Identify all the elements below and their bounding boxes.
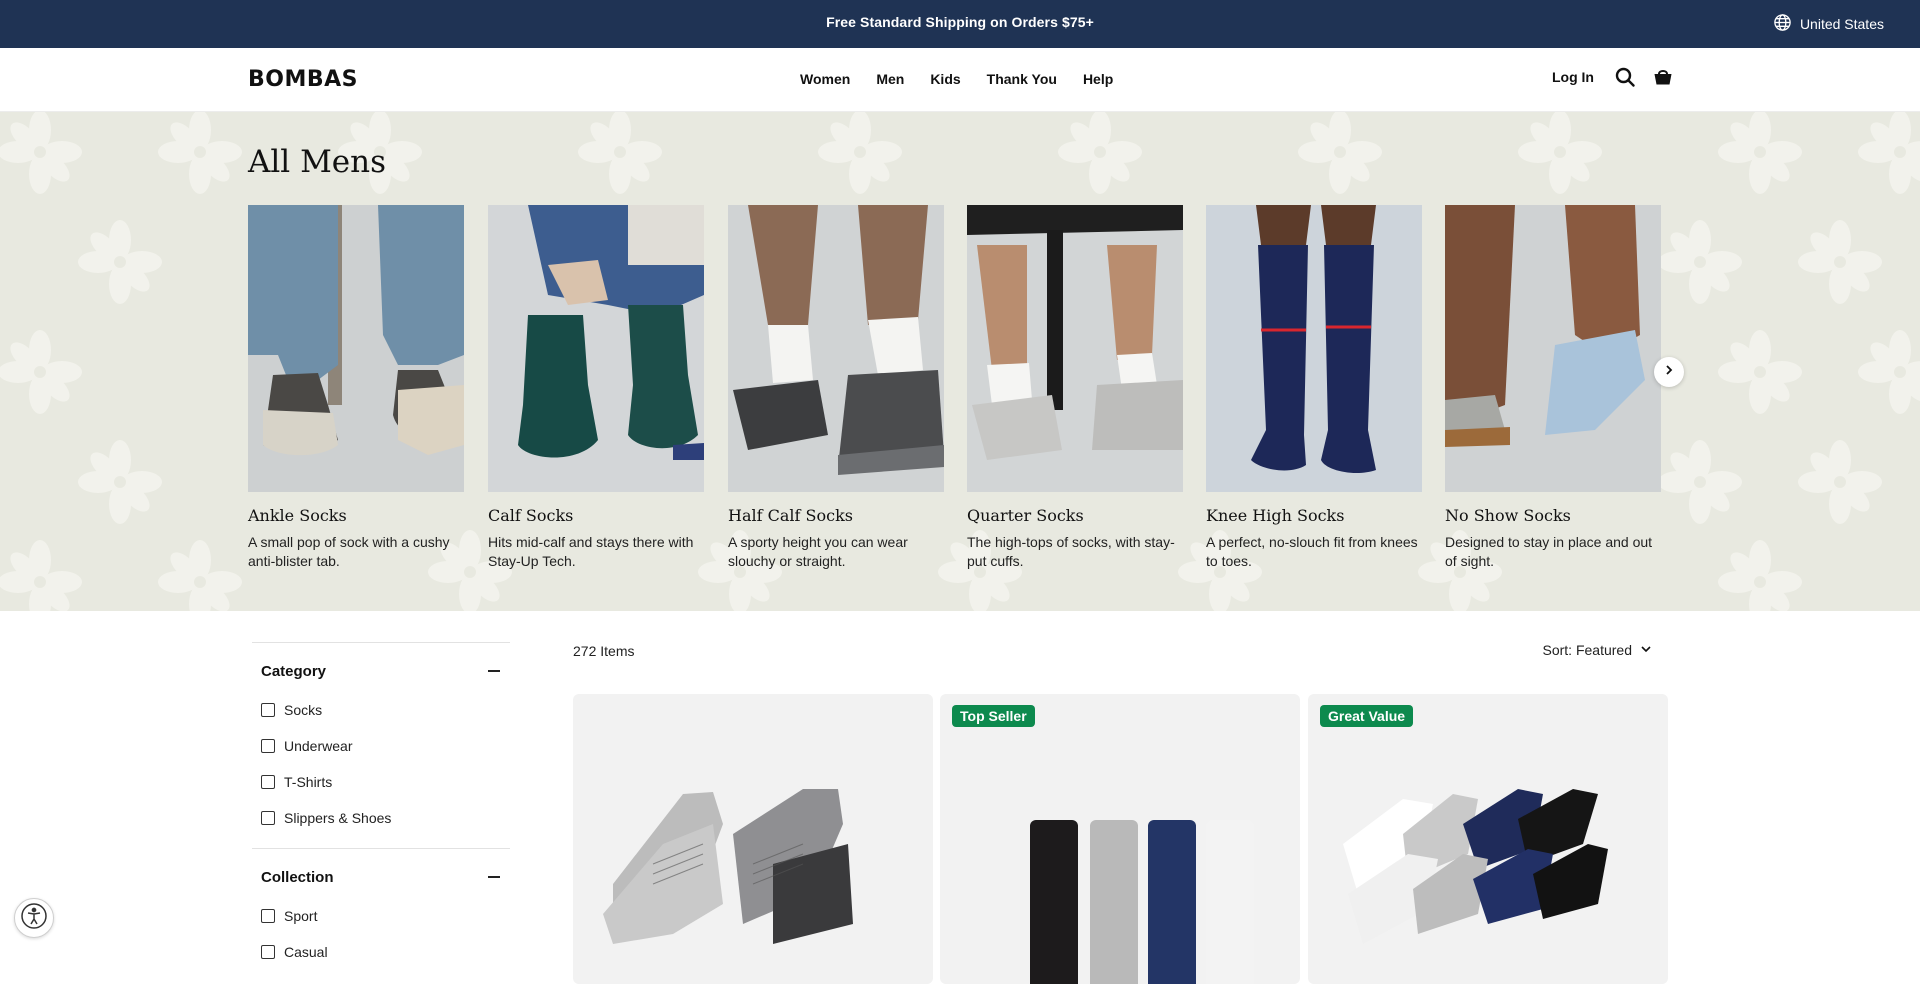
- nav-help[interactable]: Help: [1083, 71, 1113, 87]
- nav-thank-you[interactable]: Thank You: [987, 71, 1057, 87]
- quarter-socks-image: [967, 205, 1183, 492]
- filter-option-label: Sport: [284, 908, 318, 924]
- card-description: A small pop of sock with a cushy anti-bl…: [248, 534, 450, 569]
- shipping-message: Free Standard Shipping on Orders $75+: [826, 14, 1094, 30]
- checkbox[interactable]: [261, 775, 275, 789]
- filter-options: Sport Casual: [252, 886, 510, 970]
- nav-kids[interactable]: Kids: [930, 71, 960, 87]
- calf-socks-image: [488, 205, 704, 492]
- card-title: Ankle Socks: [248, 506, 347, 525]
- card-title: Calf Socks: [488, 506, 574, 525]
- ankle-socks-image: [248, 205, 464, 492]
- half-calf-socks-image: [728, 205, 944, 492]
- filter-option-sport[interactable]: Sport: [261, 898, 510, 934]
- collapse-icon[interactable]: [488, 670, 500, 672]
- card-title: Knee High Socks: [1206, 506, 1345, 525]
- checkbox[interactable]: [261, 945, 275, 959]
- card-description: A perfect, no-slouch fit from knees to t…: [1206, 534, 1418, 569]
- no-show-socks-image: [1445, 205, 1661, 492]
- accessibility-button[interactable]: [14, 898, 54, 938]
- checkbox[interactable]: [261, 703, 275, 717]
- filter-options: Socks Underwear T-Shirts Slippers & Shoe…: [252, 680, 510, 836]
- checkbox[interactable]: [261, 909, 275, 923]
- card-description: The high-tops of socks, with stay-put cu…: [967, 534, 1175, 569]
- checkbox[interactable]: [261, 739, 275, 753]
- card-ankle-socks[interactable]: Ankle Socks A small pop of sock with a c…: [248, 205, 464, 571]
- bombas-logo[interactable]: BOMBAS: [248, 67, 358, 92]
- card-quarter-socks[interactable]: Quarter Socks The high-tops of socks, wi…: [967, 205, 1183, 571]
- product-badge: Great Value: [1320, 705, 1414, 727]
- filter-option-casual[interactable]: Casual: [261, 934, 510, 970]
- filter-group-header[interactable]: Category: [252, 662, 510, 680]
- globe-icon: [1773, 13, 1792, 35]
- filter-option-t-shirts[interactable]: T-Shirts: [261, 764, 510, 800]
- filter-group-title: Collection: [261, 868, 334, 886]
- filter-group-category: Category Socks Underwear T-Shirts Slippe…: [252, 643, 510, 836]
- filter-group-title: Category: [261, 662, 327, 680]
- collapse-icon[interactable]: [488, 876, 500, 878]
- sock-type-carousel: Ankle Socks A small pop of sock with a c…: [248, 205, 1678, 585]
- search-icon[interactable]: [1614, 66, 1636, 88]
- carousel-next-button[interactable]: [1654, 357, 1684, 387]
- sort-label: Sort: Featured: [1542, 642, 1633, 658]
- product-card[interactable]: Great Value: [1308, 694, 1668, 984]
- sort-dropdown[interactable]: Sort: Featured: [1543, 642, 1653, 658]
- filter-group-collection: Collection Sport Casual: [252, 849, 510, 970]
- filter-option-socks[interactable]: Socks: [261, 692, 510, 728]
- nav-women[interactable]: Women: [800, 71, 850, 87]
- region-selector[interactable]: United States: [1773, 13, 1884, 35]
- card-calf-socks[interactable]: Calf Socks Hits mid-calf and stays there…: [488, 205, 704, 571]
- product-card[interactable]: [573, 694, 933, 984]
- filter-option-slippers-shoes[interactable]: Slippers & Shoes: [261, 800, 510, 836]
- card-knee-high-socks[interactable]: Knee High Socks A perfect, no-slouch fit…: [1206, 205, 1422, 571]
- product-image: [1343, 789, 1608, 944]
- main-nav: Women Men Kids Thank You Help: [800, 71, 1139, 87]
- accessibility-icon: [20, 902, 48, 935]
- cart-icon[interactable]: [1652, 66, 1674, 88]
- filter-option-underwear[interactable]: Underwear: [261, 728, 510, 764]
- card-title: No Show Socks: [1445, 506, 1571, 525]
- login-link[interactable]: Log In: [1552, 69, 1594, 85]
- filter-option-label: Casual: [284, 944, 328, 960]
- filter-group-header[interactable]: Collection: [252, 868, 510, 886]
- product-image: [1030, 820, 1254, 984]
- product-card[interactable]: Top Seller: [940, 694, 1300, 984]
- items-count: 272 Items: [573, 643, 635, 659]
- nav-men[interactable]: Men: [876, 71, 904, 87]
- card-description: A sporty height you can wear slouchy or …: [728, 534, 908, 569]
- chevron-down-icon: [1640, 642, 1652, 658]
- filter-option-label: Slippers & Shoes: [284, 810, 392, 826]
- card-description: Designed to stay in place and out of sig…: [1445, 534, 1653, 569]
- card-no-show-socks[interactable]: No Show Socks Designed to stay in place …: [1445, 205, 1661, 571]
- chevron-right-icon: [1663, 363, 1675, 381]
- checkbox[interactable]: [261, 811, 275, 825]
- category-hero: All Mens Ankle Socks A small pop of sock…: [0, 112, 1920, 611]
- page-title: All Mens: [248, 144, 387, 180]
- filter-sidebar: Category Socks Underwear T-Shirts Slippe…: [252, 642, 510, 970]
- filter-option-label: Socks: [284, 702, 323, 718]
- header-actions: Log In: [1552, 66, 1674, 88]
- announcement-bar: Free Standard Shipping on Orders $75+ Un…: [0, 0, 1920, 48]
- knee-high-socks-image: [1206, 205, 1422, 492]
- filter-option-label: Underwear: [284, 738, 353, 754]
- product-badge: Top Seller: [952, 705, 1035, 727]
- site-header: BOMBAS Women Men Kids Thank You Help Log…: [0, 48, 1920, 112]
- region-label: United States: [1799, 16, 1884, 32]
- card-title: Quarter Socks: [967, 506, 1084, 525]
- card-title: Half Calf Socks: [728, 506, 853, 525]
- filter-option-label: T-Shirts: [284, 774, 333, 790]
- card-half-calf-socks[interactable]: Half Calf Socks A sporty height you can …: [728, 205, 944, 571]
- product-image: [603, 789, 853, 944]
- card-description: Hits mid-calf and stays there with Stay-…: [488, 534, 694, 569]
